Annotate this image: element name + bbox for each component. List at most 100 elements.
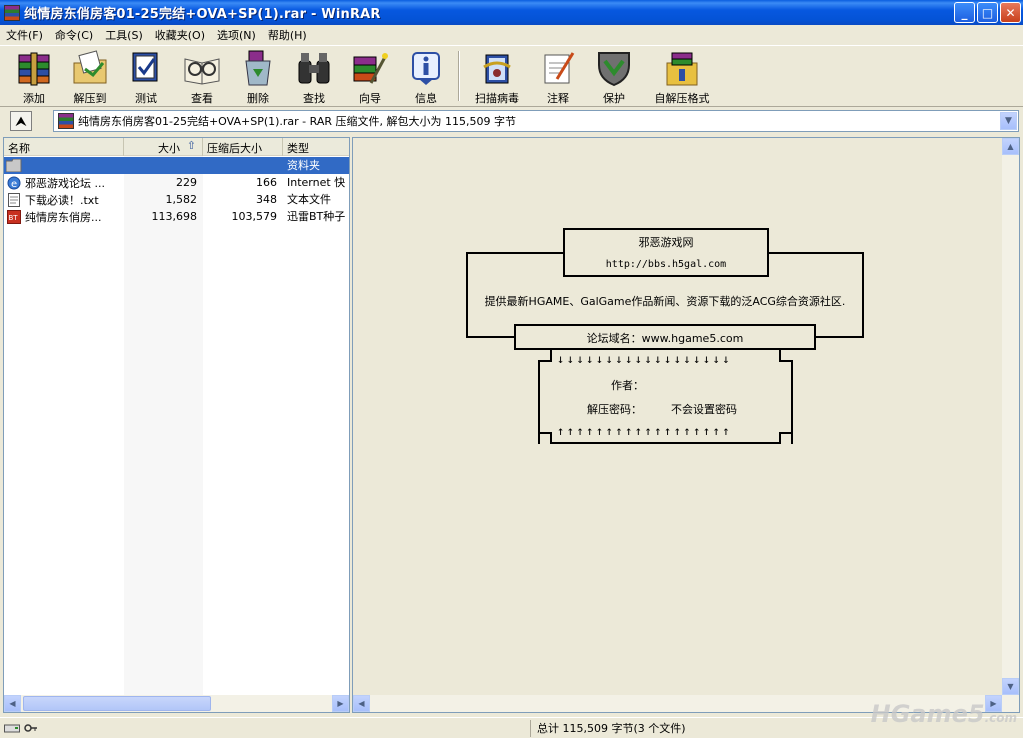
comment-password-label: 解压密码：	[587, 403, 642, 416]
scroll-down-arrow-icon[interactable]: ▼	[1002, 678, 1019, 695]
table-row[interactable]: e 邪恶游戏论坛 ... 229 166 Internet 快	[4, 174, 349, 191]
toolbar-separator	[458, 51, 460, 101]
find-label: 查找	[303, 92, 325, 105]
file-packed-size	[203, 157, 283, 174]
status-indicators	[4, 720, 44, 737]
archive-comment-pane: 邪恶游戏网 http://bbs.h5gal.com 提供最新HGAME、Gal…	[352, 137, 1020, 713]
rar-archive-icon	[58, 113, 74, 129]
title-bar: 纯情房东俏房客01-25完结+OVA+SP(1).rar - WinRAR _ …	[0, 0, 1023, 25]
box-edge	[767, 252, 864, 254]
file-size: 229	[176, 176, 197, 189]
winrar-app-icon	[4, 4, 20, 21]
status-summary: 总计 115,509 字节(3 个文件)	[530, 720, 686, 737]
menu-favorites[interactable]: 收藏夹(O)	[149, 27, 211, 43]
menu-options[interactable]: 选项(N)	[211, 27, 262, 43]
menu-commands[interactable]: 命令(C)	[49, 27, 99, 43]
file-list-header: 名称 大小 ⇧ 压缩后大小 类型	[4, 138, 349, 156]
comment-arrows-down: ↓↓↓↓↓↓↓↓↓↓↓↓↓↓↓↓↓↓	[557, 352, 733, 366]
box-edge	[538, 360, 552, 362]
address-bar: ⮝ 纯情房东俏房客01-25完结+OVA+SP(1).rar - RAR 压缩文…	[0, 108, 1023, 134]
table-row[interactable]: BT 纯情房东俏房... 113,698 103,579 迅雷BT种子	[4, 208, 349, 225]
address-field[interactable]: 纯情房东俏房客01-25完结+OVA+SP(1).rar - RAR 压缩文件,…	[53, 110, 1019, 132]
status-bar: 总计 115,509 字节(3 个文件)	[0, 717, 1023, 738]
box-edge	[779, 432, 793, 434]
comment-description: 提供最新HGAME、GalGame作品新闻、资源下载的泛ACG综合资源社区.	[484, 295, 846, 308]
scroll-right-arrow-icon[interactable]: ▶	[332, 695, 349, 712]
wizard-wand-icon	[353, 53, 388, 84]
folder-icon	[6, 159, 22, 173]
file-list-horizontal-scrollbar[interactable]: ◀ ▶	[4, 695, 349, 712]
address-text: 纯情房东俏房客01-25完结+OVA+SP(1).rar - RAR 压缩文件,…	[78, 115, 516, 128]
scroll-left-arrow-icon[interactable]: ◀	[353, 695, 370, 712]
extract-label: 解压到	[73, 92, 107, 105]
add-button[interactable]: 添加	[6, 46, 62, 106]
file-list[interactable]: 名称 大小 ⇧ 压缩后大小 类型 资料夹 e 邪恶游戏论坛 ... 229 16…	[3, 137, 350, 713]
file-size: 1,582	[165, 193, 198, 206]
scroll-thumb[interactable]	[23, 696, 211, 711]
menu-tools[interactable]: 工具(S)	[99, 27, 149, 43]
file-packed-size: 348	[256, 193, 277, 206]
protect-button[interactable]: 保护	[586, 46, 642, 106]
file-packed-size: 166	[256, 176, 277, 189]
books-stack-icon	[18, 52, 50, 86]
file-name: 邪恶游戏论坛 ...	[25, 176, 105, 190]
comment-site-name: 邪恶游戏网	[638, 236, 694, 249]
menu-bar: 文件(F) 命令(C) 工具(S) 收藏夹(O) 选项(N) 帮助(H)	[0, 25, 1023, 45]
column-name[interactable]: 名称	[4, 138, 124, 156]
close-button[interactable]: ✕	[1000, 2, 1021, 23]
box-edge	[550, 442, 781, 444]
address-dropdown-button[interactable]: ▼	[1000, 112, 1017, 130]
up-folder-button[interactable]: ⮝	[10, 111, 32, 131]
sorted-column-band	[124, 156, 203, 696]
delete-button[interactable]: 删除	[230, 46, 286, 106]
column-size-label: 大小	[158, 142, 180, 155]
comment-label: 注释	[547, 92, 569, 105]
column-type[interactable]: 类型	[283, 138, 349, 156]
view-button[interactable]: 查看	[174, 46, 230, 106]
file-type: Internet 快	[287, 176, 346, 189]
comment-arrows-up: ↑↑↑↑↑↑↑↑↑↑↑↑↑↑↑↑↑↑	[557, 424, 733, 438]
svg-text:e: e	[11, 179, 17, 190]
minimize-button[interactable]: _	[954, 2, 975, 23]
box-edge	[779, 360, 793, 362]
file-type: 迅雷BT种子	[287, 210, 346, 223]
box-edge	[466, 252, 565, 254]
key-icon	[24, 724, 37, 732]
watermark-suffix: .com	[984, 711, 1017, 725]
maximize-button[interactable]: □	[977, 2, 998, 23]
file-name: 下载必读！.txt	[25, 193, 99, 207]
test-button[interactable]: 测试	[118, 46, 174, 106]
virus-scan-label: 扫描病毒	[475, 92, 519, 105]
svg-text:BT: BT	[9, 214, 19, 222]
scroll-up-arrow-icon[interactable]: ▲	[1002, 138, 1019, 155]
test-label: 测试	[135, 92, 157, 105]
column-size[interactable]: 大小 ⇧	[124, 138, 203, 156]
internet-shortcut-icon: e	[6, 176, 22, 190]
test-checkmark-icon	[132, 52, 158, 82]
wizard-label: 向导	[359, 92, 381, 105]
comment-forum-domain: 论坛域名：www.hgame5.com	[586, 332, 744, 345]
file-type: 资料夹	[283, 157, 349, 174]
shield-icon	[598, 52, 630, 87]
hgame5-watermark: HGame5.com	[871, 700, 1017, 728]
table-row[interactable]: 资料夹	[4, 157, 349, 174]
toolbar: 添加 解压到 测试 查看 删除 查找 向导 信息 扫描病毒 注释 保护 自解压格…	[0, 45, 1023, 107]
virus-scan-button[interactable]: 扫描病毒	[464, 46, 530, 106]
find-button[interactable]: 查找	[286, 46, 342, 106]
comment-button[interactable]: 注释	[530, 46, 586, 106]
protect-label: 保护	[603, 92, 625, 105]
comment-author-label: 作者：	[611, 379, 644, 392]
menu-file[interactable]: 文件(F)	[0, 27, 49, 43]
file-type: 文本文件	[287, 193, 331, 206]
window-title: 纯情房东俏房客01-25完结+OVA+SP(1).rar - WinRAR	[24, 7, 381, 22]
info-button[interactable]: 信息	[398, 46, 454, 106]
table-row[interactable]: 下载必读！.txt 1,582 348 文本文件	[4, 191, 349, 208]
scroll-left-arrow-icon[interactable]: ◀	[4, 695, 21, 712]
column-packed[interactable]: 压缩后大小	[203, 138, 283, 156]
extract-button[interactable]: 解压到	[62, 46, 118, 106]
menu-help[interactable]: 帮助(H)	[262, 27, 313, 43]
wizard-button[interactable]: 向导	[342, 46, 398, 106]
sfx-button[interactable]: 自解压格式	[642, 46, 722, 106]
comment-vertical-scrollbar[interactable]: ▲ ▼	[1002, 138, 1019, 695]
sfx-label: 自解压格式	[654, 92, 710, 105]
